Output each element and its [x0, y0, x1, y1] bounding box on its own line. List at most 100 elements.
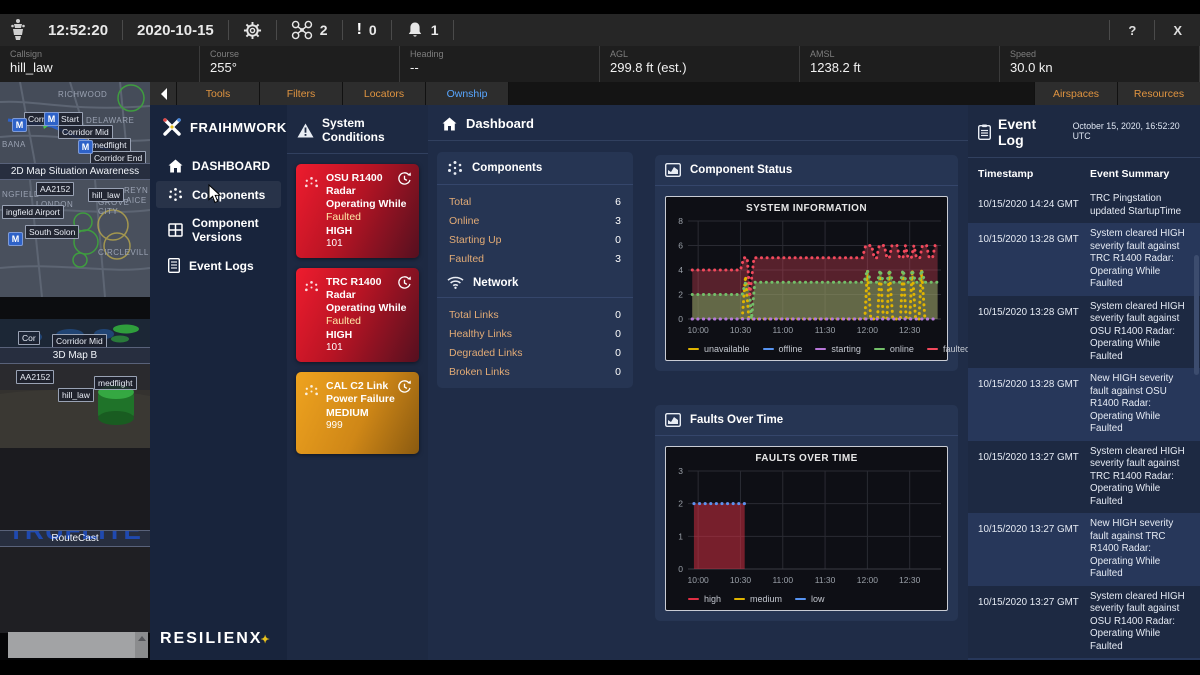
document-icon [168, 258, 180, 273]
scroll-track[interactable] [8, 632, 148, 658]
tab-resources[interactable]: Resources [1117, 82, 1200, 105]
network-summary-panel: Network Total Links0Healthy Links0Degrad… [437, 268, 633, 388]
event-log-row[interactable]: 10/15/2020 13:28 GMTSystem cleared HIGH … [968, 223, 1200, 296]
fraihmwork-logo-icon [162, 117, 182, 137]
svg-text:3: 3 [678, 466, 683, 476]
map-place-label: REYN [124, 186, 148, 195]
scrollbar-up-arrow[interactable] [135, 632, 148, 658]
thumbnail-caption: RouteCast [51, 533, 98, 544]
legend-item-online[interactable]: online [874, 344, 914, 354]
drone-status-button[interactable]: 2 [277, 20, 342, 40]
event-log-row[interactable]: 10/15/2020 13:27 GMTSystem cleared HIGH … [968, 586, 1200, 659]
legend-item-medium[interactable]: medium [734, 594, 782, 604]
svg-text:2: 2 [678, 499, 683, 509]
legend-label: faulted [943, 344, 970, 354]
thumbnail-3d-map-b[interactable]: CorCorridor Mid [0, 297, 150, 347]
telemetry-value: hill_law [10, 60, 189, 75]
sidebar-item-component-versions[interactable]: Component Versions [156, 210, 281, 250]
telemetry-label: Callsign [10, 49, 189, 59]
event-log-row[interactable]: 10/15/2020 13:27 GMTNew HIGH severity fa… [968, 513, 1200, 586]
tab-airspaces[interactable]: Airspaces [1034, 82, 1117, 105]
tab-tools[interactable]: Tools [177, 82, 260, 105]
legend-item-unavailable[interactable]: unavailable [688, 344, 750, 354]
legend-label: offline [779, 344, 803, 354]
event-summary: System cleared HIGH severity fault again… [1090, 591, 1190, 654]
stat-label: Healthy Links [449, 325, 512, 344]
legend-item-starting[interactable]: starting [815, 344, 861, 354]
event-log-title: Event Log [998, 116, 1066, 148]
event-log-row[interactable]: 10/15/2020 13:27 GMTSystem cleared HIGH … [968, 441, 1200, 514]
event-log-row[interactable]: 10/15/2020 13:28 GMTNew HIGH severity fa… [968, 368, 1200, 441]
legend-item-offline[interactable]: offline [763, 344, 803, 354]
svg-text:11:30: 11:30 [815, 325, 836, 335]
map-place-label: CIRCLEVILL [98, 248, 149, 257]
legend-label: high [704, 594, 721, 604]
thumbnail-2d-map-lower[interactable]: NGFIELDLONDONGROVE CITYREYNAICECIRCLEVIL… [0, 180, 150, 297]
alerts-button[interactable]: ! 0 [343, 21, 391, 39]
thumbnail-empty [0, 547, 150, 633]
legend-swatch [927, 348, 938, 350]
bell-icon [406, 21, 424, 39]
map-thumbnail-column: RICHWOODDELAWAREBANACorridor StartCorrid… [0, 82, 150, 660]
event-log-scrollbar[interactable] [1194, 255, 1199, 375]
stat-label: Faulted [449, 250, 484, 269]
legend-item-high[interactable]: high [688, 594, 721, 604]
thumbnail-routecast-view[interactable] [0, 448, 150, 530]
condition-card[interactable]: CAL C2 LinkPower FailureMEDIUM999 [296, 372, 419, 454]
event-summary: System cleared HIGH severity fault again… [1090, 301, 1190, 364]
event-log-header: Event Log October 15, 2020, 16:52:20 UTC [968, 105, 1200, 158]
thumbnail-caption[interactable]: 2D Map Situation Awareness [0, 163, 150, 180]
notifications-button[interactable]: 1 [392, 21, 453, 39]
map-marker-m: M [44, 112, 59, 126]
help-button[interactable]: ? [1110, 23, 1154, 38]
gear-icon [243, 21, 262, 40]
tab-ownship[interactable]: Ownship [426, 82, 509, 105]
thumbnail-caption-wrap[interactable]: TRUFLITE RouteCast [0, 530, 150, 547]
title-bar: 12:52:20 2020-10-15 2 ! 0 1 [0, 14, 1200, 46]
condition-card-desc2: Faulted [326, 211, 411, 224]
condition-card[interactable]: TRC R1400 RadarOperating WhileFaultedHIG… [296, 268, 419, 362]
telemetry-value: 1238.2 ft [810, 60, 989, 75]
legend-item-low[interactable]: low [795, 594, 825, 604]
area-chart-icon [665, 413, 681, 427]
stat-row: Broken Links0 [449, 363, 621, 382]
app-window: 12:52:20 2020-10-15 2 ! 0 1 [0, 0, 1200, 675]
system-conditions-title: System Conditions [322, 116, 428, 144]
sidebar-item-event-logs[interactable]: Event Logs [156, 252, 281, 279]
legend-swatch [763, 348, 774, 350]
svg-text:2: 2 [678, 290, 683, 300]
legend-label: online [890, 344, 914, 354]
svg-text:12:30: 12:30 [899, 325, 921, 335]
legend-swatch [688, 598, 699, 600]
clock-time: 12:52:20 [34, 22, 122, 39]
thumbnail-caption[interactable]: 3D Map B [0, 347, 150, 364]
map-place-label: AICE [126, 196, 147, 205]
faults-over-time-panel: Faults Over Time FAULTS OVER TIME 012310… [655, 405, 958, 621]
event-log-row[interactable]: 10/15/2020 14:24 GMTTRC Pingstation upda… [968, 188, 1200, 223]
map-callout-chip: Corridor Mid [52, 334, 107, 347]
stat-value: 3 [615, 212, 621, 231]
thumbnail-2d-map[interactable]: RICHWOODDELAWAREBANACorridor StartCorrid… [0, 82, 150, 163]
chart-legend: unavailableofflinestartingonlinefaulted [668, 343, 945, 358]
event-log-row[interactable]: 10/15/2020 13:28 GMTSystem cleared HIGH … [968, 296, 1200, 369]
history-icon[interactable] [397, 171, 412, 186]
condition-card[interactable]: OSU R1400 RadarOperating WhileFaultedHIG… [296, 164, 419, 258]
collapse-panel-button[interactable] [150, 82, 177, 105]
stat-label: Online [449, 212, 479, 231]
stat-row: Starting Up0 [449, 231, 621, 250]
history-icon[interactable] [397, 379, 412, 394]
sidebar-item-dashboard[interactable]: DASHBOARD [156, 153, 281, 179]
legend-item-faulted[interactable]: faulted [927, 344, 970, 354]
condition-card-severity: MEDIUM [326, 406, 411, 420]
stat-row: Faulted3 [449, 250, 621, 269]
event-timestamp: 10/15/2020 13:28 GMT [978, 301, 1090, 364]
telemetry-label: AMSL [810, 49, 989, 59]
history-icon[interactable] [397, 275, 412, 290]
clock-date: 2020-10-15 [123, 22, 228, 39]
tab-filters[interactable]: Filters [260, 82, 343, 105]
tab-locators[interactable]: Locators [343, 82, 426, 105]
thumbnail-3d-map[interactable]: AA2152medflighthill_law [0, 364, 150, 448]
settings-button[interactable] [229, 21, 276, 40]
components-icon [447, 160, 463, 176]
close-button[interactable]: X [1155, 23, 1200, 38]
